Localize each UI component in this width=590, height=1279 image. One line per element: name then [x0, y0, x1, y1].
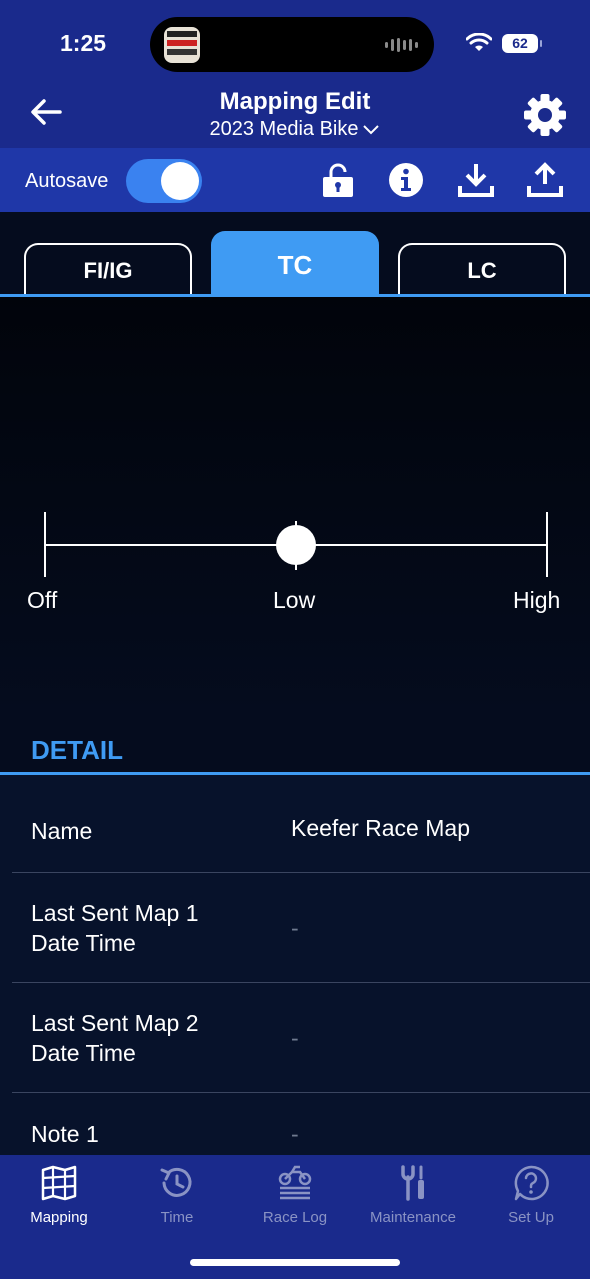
- settings-button[interactable]: [522, 92, 568, 138]
- tabbar-label: Race Log: [262, 1209, 328, 1226]
- tabbar-set-up[interactable]: Set Up: [472, 1155, 590, 1245]
- autosave-label: Autosave: [25, 170, 109, 192]
- tc-panel: Off Low High: [0, 297, 590, 717]
- upload-icon: [527, 162, 563, 197]
- detail-list: Name Keefer Race Map Last Sent Map 1 Date…: [0, 775, 590, 1155]
- page-title: Mapping Edit: [219, 88, 371, 115]
- tabbar-mapping[interactable]: Mapping: [0, 1155, 118, 1245]
- detail-value: Keefer Race Map: [291, 815, 470, 841]
- mapping-tabs: FI/IG TC LC: [0, 212, 590, 298]
- detail-value: -: [291, 1025, 299, 1051]
- detail-heading: DETAIL: [31, 735, 123, 765]
- info-button[interactable]: [388, 162, 424, 198]
- stopwatch-icon: [160, 1167, 192, 1197]
- wifi-icon: [466, 33, 492, 51]
- tabbar-label: Time: [160, 1209, 194, 1226]
- upload-button[interactable]: [527, 162, 563, 198]
- audio-wave-icon: [385, 38, 418, 52]
- detail-value: -: [291, 915, 299, 941]
- dynamic-island: [150, 17, 434, 72]
- status-icons: 62: [466, 33, 542, 53]
- unlock-button[interactable]: [320, 162, 356, 198]
- help-bubble-icon: [514, 1165, 549, 1201]
- home-indicator[interactable]: [190, 1259, 400, 1266]
- status-bar: 1:25 62: [0, 0, 590, 80]
- classic-rewind-app-icon: [164, 27, 200, 63]
- tab-fi-ig[interactable]: FI/IG: [24, 243, 192, 295]
- tabbar-time[interactable]: Time: [118, 1155, 236, 1245]
- map-grid-icon: [41, 1165, 77, 1201]
- tabbar-maintenance[interactable]: Maintenance: [354, 1155, 472, 1245]
- detail-key: Note 1: [31, 1121, 99, 1147]
- chevron-down-icon: [363, 125, 380, 135]
- info-icon: [389, 163, 423, 197]
- level-high-label: High: [513, 587, 561, 613]
- unlock-icon: [323, 163, 353, 197]
- detail-key: Last Sent Map 2 Date Time: [31, 1010, 199, 1066]
- autosave-toggle[interactable]: [126, 159, 202, 203]
- detail-row-last-sent-1[interactable]: Last Sent Map 1 Date Time -: [12, 873, 590, 983]
- tab-lc[interactable]: LC: [398, 243, 566, 295]
- detail-key: Last Sent Map 1 Date Time: [31, 900, 199, 956]
- level-low-label: Low: [273, 587, 316, 613]
- tabbar-label: Set Up: [508, 1209, 554, 1226]
- download-button[interactable]: [458, 162, 494, 198]
- bike-selector[interactable]: 2023 Media Bike: [0, 118, 590, 141]
- nav-bar: Mapping Edit 2023 Media Bike: [0, 80, 590, 148]
- detail-key: Name: [31, 818, 93, 844]
- tabbar-label: Maintenance: [370, 1209, 456, 1226]
- detail-row-name[interactable]: Name Keefer Race Map: [12, 775, 590, 873]
- battery-icon: 62: [502, 33, 542, 53]
- bike-name: 2023 Media Bike: [209, 118, 359, 140]
- toolbar: Autosave: [0, 148, 590, 212]
- tc-slider[interactable]: [0, 297, 590, 717]
- detail-row-note-1[interactable]: Note 1 -: [12, 1093, 590, 1155]
- detail-value: -: [291, 1121, 299, 1147]
- detail-row-last-sent-2[interactable]: Last Sent Map 2 Date Time -: [12, 983, 590, 1093]
- tab-tc[interactable]: TC: [211, 231, 379, 295]
- status-time: 1:25: [60, 30, 107, 56]
- motorcycle-log-icon: [278, 1165, 312, 1200]
- toggle-knob: [161, 162, 199, 200]
- slider-thumb: [276, 525, 316, 565]
- tabbar-race-log[interactable]: Race Log: [236, 1155, 354, 1245]
- level-off-label: Off: [27, 587, 58, 613]
- tabbar-label: Mapping: [30, 1209, 88, 1226]
- download-icon: [458, 164, 494, 197]
- gear-icon: [524, 94, 566, 136]
- tools-icon: [401, 1165, 424, 1201]
